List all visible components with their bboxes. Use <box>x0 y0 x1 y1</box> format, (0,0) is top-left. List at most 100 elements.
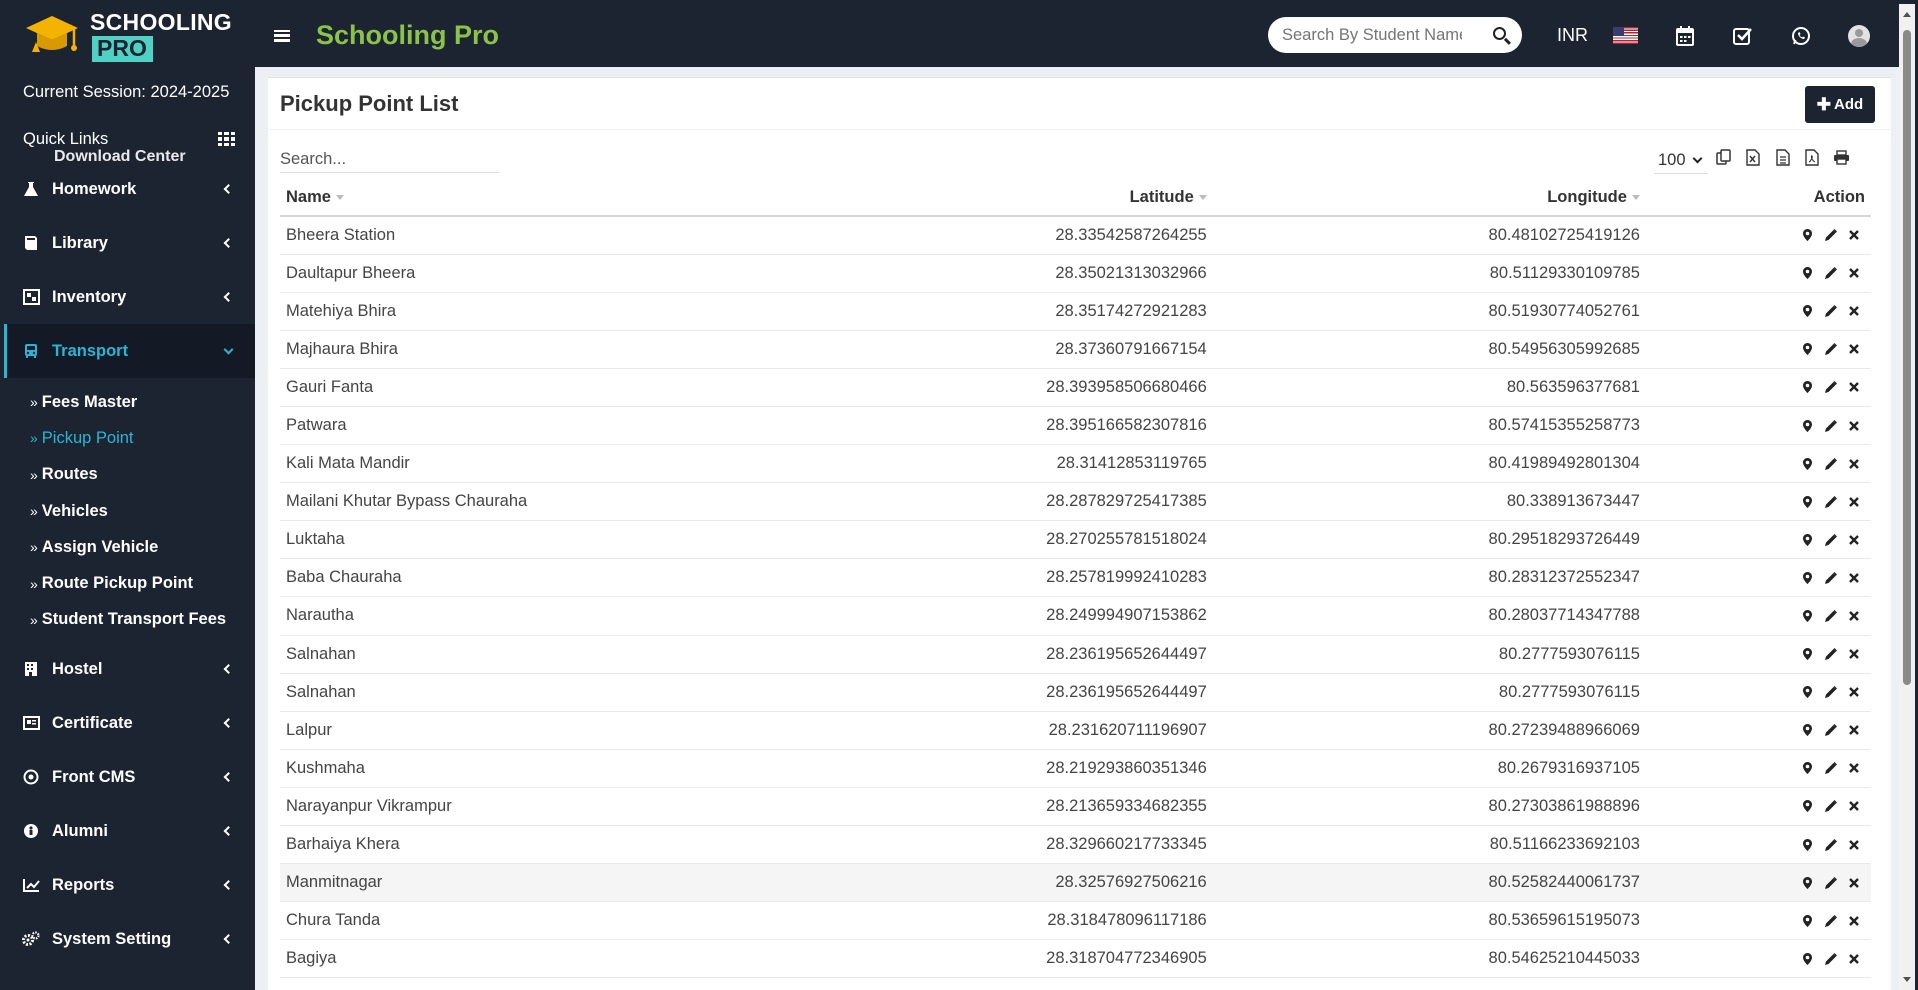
edit-pencil-icon[interactable] <box>1819 377 1842 397</box>
edit-pencil-icon[interactable] <box>1819 873 1842 893</box>
user-avatar-icon[interactable] <box>1848 24 1870 47</box>
delete-x-icon[interactable] <box>1842 454 1865 474</box>
delete-x-icon[interactable] <box>1842 416 1865 436</box>
map-marker-icon[interactable] <box>1796 492 1819 512</box>
map-marker-icon[interactable] <box>1796 720 1819 740</box>
map-marker-icon[interactable] <box>1796 225 1819 245</box>
delete-x-icon[interactable] <box>1842 530 1865 550</box>
delete-x-icon[interactable] <box>1842 873 1865 893</box>
calendar-icon[interactable] <box>1674 25 1696 47</box>
sidebar-item-certificate[interactable]: Certificate <box>4 696 255 750</box>
delete-x-icon[interactable] <box>1842 377 1865 397</box>
column-header-name[interactable]: Name <box>280 180 925 217</box>
app-logo[interactable]: SCHOOLING PRO <box>4 4 255 68</box>
submenu-item-pickup-point[interactable]: » Pickup Point <box>4 420 255 456</box>
edit-pencil-icon[interactable] <box>1819 796 1842 816</box>
delete-x-icon[interactable] <box>1842 758 1865 778</box>
delete-x-icon[interactable] <box>1842 911 1865 931</box>
delete-x-icon[interactable] <box>1842 568 1865 588</box>
map-marker-icon[interactable] <box>1796 454 1819 474</box>
scroll-thumb[interactable] <box>1903 30 1911 685</box>
edit-pencil-icon[interactable] <box>1819 530 1842 550</box>
delete-x-icon[interactable] <box>1842 835 1865 855</box>
edit-pencil-icon[interactable] <box>1819 301 1842 321</box>
flag-us-icon[interactable] <box>1613 27 1638 44</box>
column-header-longitude[interactable]: Longitude <box>1212 180 1646 217</box>
delete-x-icon[interactable] <box>1842 682 1865 702</box>
student-search-input[interactable] <box>1282 25 1462 45</box>
excel-icon[interactable] <box>1739 146 1769 168</box>
table-search-input[interactable] <box>280 146 499 173</box>
map-marker-icon[interactable] <box>1796 263 1819 283</box>
sidebar-item-hostel[interactable]: Hostel <box>4 642 255 696</box>
submenu-item-student-transport-fees[interactable]: » Student Transport Fees <box>4 602 255 638</box>
sidebar-item-partial[interactable]: Download Center <box>4 142 255 162</box>
sidebar-item-library[interactable]: Library <box>4 216 255 270</box>
delete-x-icon[interactable] <box>1842 225 1865 245</box>
sidebar-item-transport[interactable]: Transport <box>4 324 255 378</box>
currency-selector[interactable]: INR <box>1557 25 1588 46</box>
map-marker-icon[interactable] <box>1796 301 1819 321</box>
edit-pencil-icon[interactable] <box>1819 568 1842 588</box>
sidebar-item-inventory[interactable]: Inventory <box>4 270 255 324</box>
hamburger-menu-icon[interactable] <box>274 29 290 42</box>
column-header-latitude[interactable]: Latitude <box>924 180 1213 217</box>
edit-pencil-icon[interactable] <box>1819 682 1842 702</box>
map-marker-icon[interactable] <box>1796 835 1819 855</box>
map-marker-icon[interactable] <box>1796 949 1819 969</box>
delete-x-icon[interactable] <box>1842 339 1865 359</box>
scroll-up-arrow-icon[interactable] <box>1903 12 1911 17</box>
page-size-select[interactable]: 100 <box>1654 148 1708 174</box>
edit-pencil-icon[interactable] <box>1819 225 1842 245</box>
map-marker-icon[interactable] <box>1796 911 1819 931</box>
map-marker-icon[interactable] <box>1796 796 1819 816</box>
scroll-down-arrow-icon[interactable] <box>1903 977 1911 982</box>
delete-x-icon[interactable] <box>1842 301 1865 321</box>
delete-x-icon[interactable] <box>1842 492 1865 512</box>
delete-x-icon[interactable] <box>1842 796 1865 816</box>
search-icon[interactable] <box>1493 27 1506 40</box>
delete-x-icon[interactable] <box>1842 606 1865 626</box>
map-marker-icon[interactable] <box>1796 606 1819 626</box>
edit-pencil-icon[interactable] <box>1819 720 1842 740</box>
submenu-item-routes[interactable]: » Routes <box>4 457 255 493</box>
whatsapp-icon[interactable] <box>1790 25 1812 47</box>
sidebar-item-homework[interactable]: Homework <box>4 162 255 216</box>
sidebar-item-alumni[interactable]: Alumni <box>4 804 255 858</box>
submenu-item-route-pickup-point[interactable]: » Route Pickup Point <box>4 565 255 601</box>
delete-x-icon[interactable] <box>1842 644 1865 664</box>
delete-x-icon[interactable] <box>1842 720 1865 740</box>
edit-pencil-icon[interactable] <box>1819 492 1842 512</box>
submenu-item-fees-master[interactable]: » Fees Master <box>4 384 255 420</box>
edit-pencil-icon[interactable] <box>1819 339 1842 359</box>
map-marker-icon[interactable] <box>1796 568 1819 588</box>
checkbox-icon[interactable] <box>1732 25 1754 47</box>
map-marker-icon[interactable] <box>1796 530 1819 550</box>
edit-pencil-icon[interactable] <box>1819 454 1842 474</box>
map-marker-icon[interactable] <box>1796 339 1819 359</box>
edit-pencil-icon[interactable] <box>1819 263 1842 283</box>
edit-pencil-icon[interactable] <box>1819 644 1842 664</box>
submenu-item-vehicles[interactable]: » Vehicles <box>4 493 255 529</box>
edit-pencil-icon[interactable] <box>1819 606 1842 626</box>
edit-pencil-icon[interactable] <box>1819 949 1842 969</box>
page-scrollbar[interactable] <box>1899 4 1915 990</box>
add-button[interactable]: ✚ Add <box>1805 86 1875 123</box>
map-marker-icon[interactable] <box>1796 758 1819 778</box>
sidebar-item-system-setting[interactable]: System Setting <box>4 912 255 966</box>
copy-icon[interactable] <box>1709 146 1739 168</box>
delete-x-icon[interactable] <box>1842 263 1865 283</box>
map-marker-icon[interactable] <box>1796 873 1819 893</box>
edit-pencil-icon[interactable] <box>1819 835 1842 855</box>
pdf-icon[interactable] <box>1798 146 1828 168</box>
map-marker-icon[interactable] <box>1796 416 1819 436</box>
edit-pencil-icon[interactable] <box>1819 758 1842 778</box>
map-marker-icon[interactable] <box>1796 377 1819 397</box>
submenu-item-assign-vehicle[interactable]: » Assign Vehicle <box>4 529 255 565</box>
csv-icon[interactable] <box>1768 146 1798 168</box>
sidebar-item-front-cms[interactable]: Front CMS <box>4 750 255 804</box>
delete-x-icon[interactable] <box>1842 949 1865 969</box>
edit-pencil-icon[interactable] <box>1819 416 1842 436</box>
print-icon[interactable] <box>1827 146 1857 168</box>
map-marker-icon[interactable] <box>1796 682 1819 702</box>
